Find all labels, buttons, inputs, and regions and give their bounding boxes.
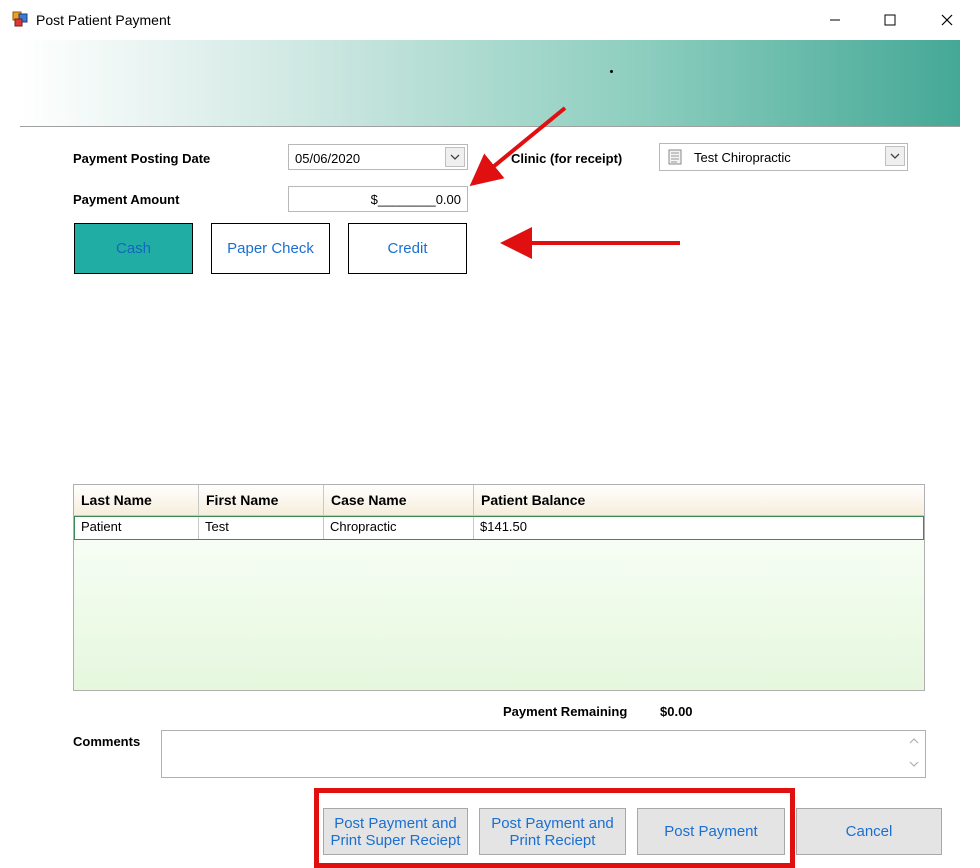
document-icon [667, 149, 683, 165]
cell-first-name: Test [199, 517, 324, 539]
table-row[interactable]: Patient Test Chropractic $141.50 [74, 516, 924, 540]
credit-button[interactable]: Credit [348, 223, 467, 274]
title-bar: Post Patient Payment [0, 0, 980, 40]
paper-check-button[interactable]: Paper Check [211, 223, 330, 274]
patient-grid[interactable]: Last Name First Name Case Name Patient B… [73, 484, 925, 691]
payment-remaining-value: $0.00 [660, 704, 693, 719]
payment-amount-input[interactable]: $________0.00 [288, 186, 468, 212]
comments-label: Comments [73, 734, 141, 749]
post-print-label: Post Payment and Print Reciept [491, 814, 614, 849]
post-and-print-receipt-button[interactable]: Post Payment and Print Reciept [479, 808, 626, 855]
close-icon [941, 14, 953, 26]
maximize-button[interactable] [861, 0, 919, 40]
header-banner [20, 40, 960, 126]
posting-date-value: 05/06/2020 [295, 151, 361, 166]
cash-button[interactable]: Cash [74, 223, 193, 274]
comments-scrollbar[interactable] [903, 731, 925, 777]
clinic-value: Test Chiropractic [694, 150, 791, 165]
close-button[interactable] [918, 0, 976, 40]
minimize-icon [830, 19, 840, 21]
payment-remaining-label: Payment Remaining [503, 704, 628, 719]
column-header-case-name[interactable]: Case Name [324, 485, 474, 515]
cell-patient-balance: $141.50 [480, 519, 527, 534]
scroll-up-icon[interactable] [908, 736, 920, 746]
banner-divider [20, 126, 960, 127]
banner-dot [610, 70, 613, 73]
grid-header: Last Name First Name Case Name Patient B… [74, 485, 924, 516]
payment-amount-label: Payment Amount [73, 192, 180, 207]
posting-date-picker[interactable]: 05/06/2020 [288, 144, 468, 170]
posting-date-label: Payment Posting Date [73, 151, 211, 166]
date-dropdown-button[interactable] [445, 147, 465, 167]
clinic-select[interactable]: Test Chiropractic [659, 143, 908, 171]
scroll-down-icon[interactable] [908, 759, 920, 769]
comments-input[interactable] [162, 731, 902, 777]
chevron-down-icon [890, 153, 900, 159]
cell-case-name: Chropractic [324, 517, 474, 539]
cell-last-name: Patient [75, 517, 199, 539]
comments-box [161, 730, 926, 778]
clinic-label: Clinic (for receipt) [511, 151, 623, 166]
chevron-down-icon [450, 154, 460, 160]
column-header-last-name[interactable]: Last Name [74, 485, 199, 515]
app-window-icon [12, 11, 28, 27]
column-header-first-name[interactable]: First Name [199, 485, 324, 515]
post-super-label: Post Payment and Print Super Reciept [330, 814, 461, 849]
payment-amount-value: $________0.00 [370, 192, 461, 207]
post-payment-button[interactable]: Post Payment [637, 808, 785, 855]
window-title: Post Patient Payment [36, 12, 171, 28]
post-and-print-super-receipt-button[interactable]: Post Payment and Print Super Reciept [323, 808, 468, 855]
cancel-button[interactable]: Cancel [796, 808, 942, 855]
maximize-icon [884, 14, 896, 26]
minimize-button[interactable] [806, 0, 864, 40]
clinic-dropdown-button[interactable] [885, 146, 905, 166]
column-header-patient-balance[interactable]: Patient Balance [474, 485, 924, 515]
